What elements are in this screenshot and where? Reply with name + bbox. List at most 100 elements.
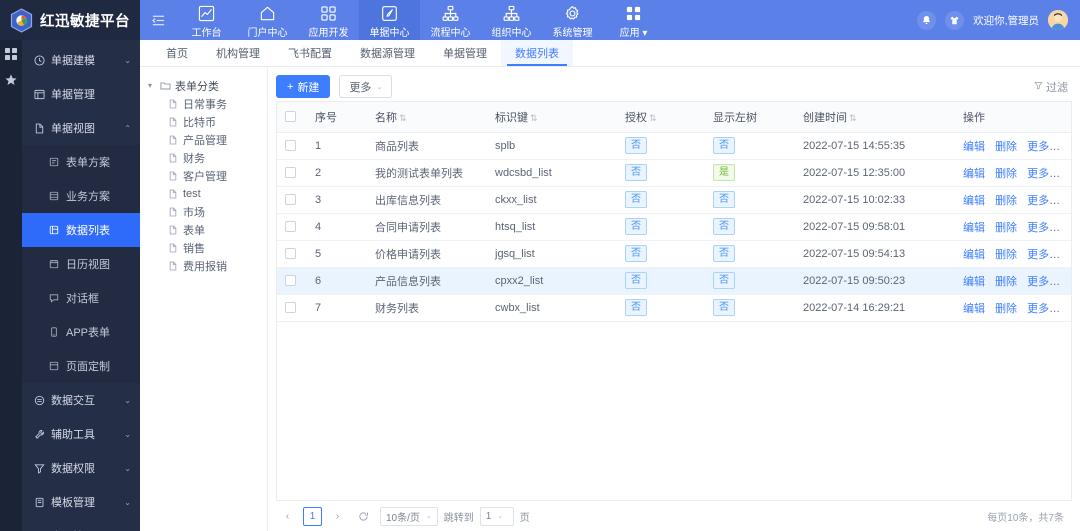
row-checkbox[interactable]	[285, 140, 296, 152]
nav-item-appdev[interactable]: 应用开发	[298, 0, 359, 40]
nav-item-org-center[interactable]: 组织中心	[481, 0, 542, 40]
edit-link[interactable]: 编辑	[963, 195, 985, 207]
row-checkbox[interactable]	[285, 302, 296, 314]
tree-root-node[interactable]: ▾ 表单分类	[148, 76, 267, 95]
tab-data-list[interactable]: 数据列表	[501, 40, 573, 66]
delete-link[interactable]: 删除	[995, 276, 1017, 288]
delete-link[interactable]: 删除	[995, 222, 1017, 234]
col-created[interactable]: 创建时间 ⇅	[795, 102, 955, 133]
sidebar-item-calendar-view[interactable]: 日历视图	[22, 247, 140, 281]
sidebar-item-form-scheme[interactable]: 表单方案	[22, 145, 140, 179]
col-code[interactable]: 标识键 ⇅	[487, 102, 617, 133]
more-link[interactable]: 更多	[1027, 249, 1049, 261]
nav-item-process-center[interactable]: 流程中心	[420, 0, 481, 40]
tree-node[interactable]: 比特币	[148, 113, 267, 131]
sidebar-item-page-custom[interactable]: 页面定制	[22, 349, 140, 383]
chevron-down-icon[interactable]: ▾	[148, 81, 156, 90]
sidebar-item-data-permission[interactable]: 数据权限 ⌄	[22, 451, 140, 485]
edit-link[interactable]: 编辑	[963, 168, 985, 180]
filter-button[interactable]: 过滤	[1034, 79, 1072, 95]
table-row[interactable]: 2 我的测试表单列表 wdcsbd_list 否 是 2022-07-15 12…	[277, 159, 1071, 187]
tree-node[interactable]: 日常事务	[148, 95, 267, 113]
delete-link[interactable]: 删除	[995, 249, 1017, 261]
next-page-button[interactable]: ›	[328, 506, 347, 526]
table-row[interactable]: 4 合同申请列表 htsq_list 否 否 2022-07-15 09:58:…	[277, 213, 1071, 241]
prev-page-button[interactable]: ‹	[278, 506, 297, 526]
delete-link[interactable]: 删除	[995, 195, 1017, 207]
tab-home[interactable]: 首页	[152, 40, 202, 66]
table-row[interactable]: 1 商品列表 splb 否 否 2022-07-15 14:55:35 编辑 删…	[277, 132, 1071, 160]
more-link[interactable]: 更多	[1027, 195, 1049, 207]
row-checkbox[interactable]	[285, 167, 296, 179]
refresh-icon[interactable]	[353, 506, 374, 526]
sidebar-item-aux-tools[interactable]: 辅助工具 ⌄	[22, 417, 140, 451]
edit-link[interactable]: 编辑	[963, 249, 985, 261]
sort-icon[interactable]: ⇅	[399, 113, 407, 123]
bell-icon[interactable]	[917, 10, 937, 30]
more-link[interactable]: 更多	[1027, 141, 1049, 153]
more-link[interactable]: 更多	[1027, 222, 1049, 234]
page-size-select[interactable]: 10条/页 ⌄	[380, 506, 438, 526]
sidebar-item-document-view[interactable]: 单据视图 ⌃	[22, 111, 140, 145]
col-name[interactable]: 名称 ⇅	[367, 102, 487, 133]
edit-link[interactable]: 编辑	[963, 303, 985, 315]
tab-org-mgmt[interactable]: 机构管理	[202, 40, 274, 66]
row-checkbox[interactable]	[285, 194, 296, 206]
tree-node[interactable]: 销售	[148, 239, 267, 257]
nav-item-portal[interactable]: 门户中心	[237, 0, 298, 40]
nav-item-workbench[interactable]: 工作台	[176, 0, 237, 40]
tree-node[interactable]: test	[148, 185, 267, 203]
edit-link[interactable]: 编辑	[963, 222, 985, 234]
more-link[interactable]: 更多	[1027, 303, 1049, 315]
sidebar-item-business-scheme[interactable]: 业务方案	[22, 179, 140, 213]
row-checkbox[interactable]	[285, 248, 296, 260]
tab-feishu-config[interactable]: 飞书配置	[274, 40, 346, 66]
delete-link[interactable]: 删除	[995, 168, 1017, 180]
table-row[interactable]: 5 价格申请列表 jgsq_list 否 否 2022-07-15 09:54:…	[277, 240, 1071, 268]
sidebar-item-template-mgmt[interactable]: 模板管理 ⌄	[22, 485, 140, 519]
sidebar-item-dialog[interactable]: 对话框	[22, 281, 140, 315]
tab-datasource-mgmt[interactable]: 数据源管理	[346, 40, 429, 66]
tree-node[interactable]: 表单	[148, 221, 267, 239]
row-checkbox[interactable]	[285, 275, 296, 287]
table-row[interactable]: 3 出库信息列表 ckxx_list 否 否 2022-07-15 10:02:…	[277, 186, 1071, 214]
col-auth[interactable]: 授权 ⇅	[617, 102, 705, 133]
sidebar-item-modeling[interactable]: 单据建模 ⌄	[22, 43, 140, 77]
table-row[interactable]: 6 产品信息列表 cpxx2_list 否 否 2022-07-15 09:50…	[277, 267, 1071, 295]
select-all-checkbox[interactable]	[285, 111, 296, 123]
tree-node[interactable]: 费用报销	[148, 257, 267, 275]
sort-icon[interactable]: ⇅	[849, 113, 857, 123]
sort-icon[interactable]: ⇅	[649, 113, 657, 123]
sort-icon[interactable]: ⇅	[530, 113, 538, 123]
more-link[interactable]: 更多	[1027, 168, 1049, 180]
sidebar-item-bigscreen-mgmt[interactable]: 大屏管理	[22, 519, 140, 531]
sidebar-item-data-exchange[interactable]: 数据交互 ⌄	[22, 383, 140, 417]
tree-node[interactable]: 市场	[148, 203, 267, 221]
skin-icon[interactable]	[945, 10, 965, 30]
sidebar-item-document-mgmt[interactable]: 单据管理	[22, 77, 140, 111]
table-row[interactable]: 7 财务列表 cwbx_list 否 否 2022-07-14 16:29:21…	[277, 294, 1071, 322]
sidebar-item-app-form[interactable]: APP表单	[22, 315, 140, 349]
grid-icon[interactable]	[5, 48, 17, 63]
more-link[interactable]: 更多	[1027, 276, 1049, 288]
nav-item-system-settings[interactable]: 系统管理	[542, 0, 603, 40]
tree-node[interactable]: 客户管理	[148, 167, 267, 185]
tree-node[interactable]: 产品管理	[148, 131, 267, 149]
tree-node[interactable]: 财务	[148, 149, 267, 167]
user-avatar[interactable]	[1048, 10, 1068, 30]
menu-collapse-icon[interactable]	[140, 0, 176, 40]
edit-link[interactable]: 编辑	[963, 276, 985, 288]
nav-item-apps[interactable]: 应用 ▾	[603, 0, 664, 40]
jump-page-input[interactable]: 1 ⌄	[479, 506, 514, 526]
edit-link[interactable]: 编辑	[963, 141, 985, 153]
row-checkbox[interactable]	[285, 221, 296, 233]
more-button[interactable]: 更多 ⌄	[339, 75, 393, 98]
star-icon[interactable]	[5, 74, 17, 89]
nav-item-document-center[interactable]: 单据中心	[359, 0, 420, 40]
delete-link[interactable]: 删除	[995, 141, 1017, 153]
tab-document-mgmt[interactable]: 单据管理	[429, 40, 501, 66]
new-button[interactable]: + 新建	[276, 75, 331, 98]
page-number-1[interactable]: 1	[303, 506, 322, 526]
delete-link[interactable]: 删除	[995, 303, 1017, 315]
sidebar-item-data-list[interactable]: 数据列表	[22, 213, 140, 247]
